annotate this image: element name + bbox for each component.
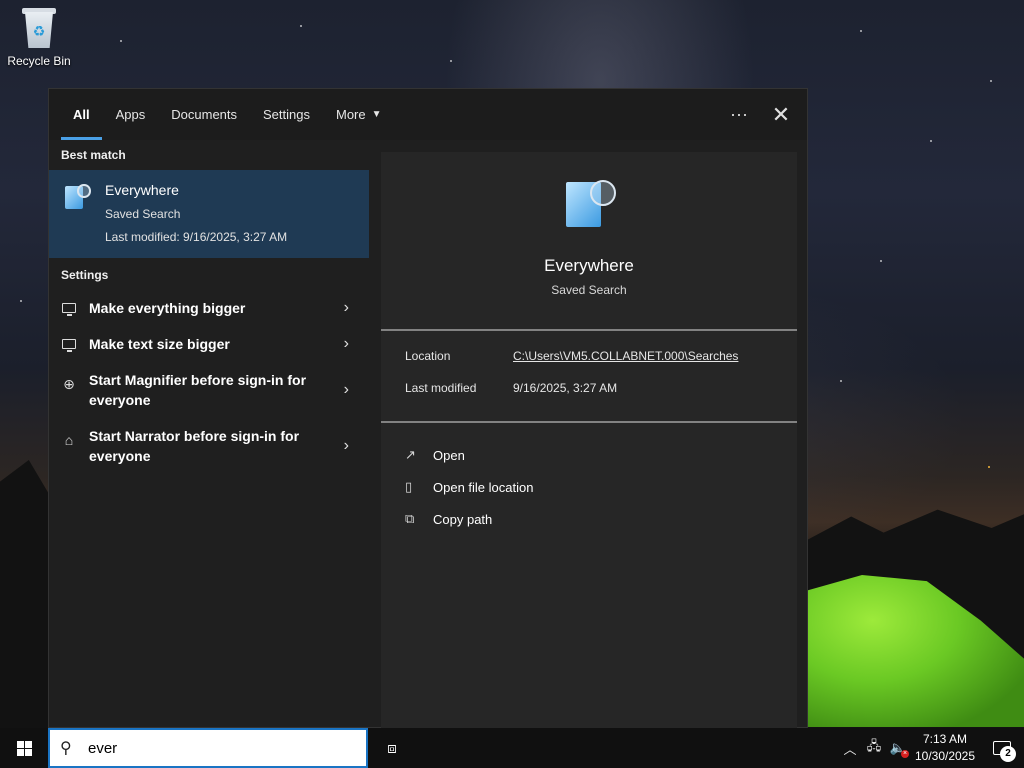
star [840, 380, 842, 382]
modified-row: Last modified 9/16/2025, 3:27 AM [405, 381, 773, 413]
best-match-heading: Best match [61, 148, 126, 162]
setting-make-everything-bigger[interactable]: Make everything bigger › [49, 290, 369, 326]
location-link[interactable]: C:\Users\VM5.COLLABNET.000\Searches [513, 349, 738, 363]
recycle-bin-shortcut[interactable]: ♻ Recycle Bin [4, 6, 74, 68]
location-label: Location [405, 349, 451, 363]
setting-make-text-size-bigger[interactable]: Make text size bigger › [49, 326, 369, 362]
clock[interactable]: 7:13 AM 10/30/2025 [910, 731, 980, 765]
taskbar: ⚲ ⧈ ︿ 🖧 🔈× 7:13 AM 10/30/2025 2 [0, 728, 1024, 768]
tab-settings-label: Settings [263, 107, 310, 122]
tab-documents-label: Documents [171, 107, 238, 122]
narrator-icon: ⌂ [64, 432, 74, 448]
star [450, 60, 452, 62]
setting-start-narrator[interactable]: ⌂ Start Narrator before sign-in for ever… [49, 418, 369, 474]
divider [381, 329, 797, 331]
magnifier-icon: ⊕ [63, 376, 75, 392]
taskbar-search-box[interactable]: ⚲ [48, 728, 368, 768]
preview-details: Location C:\Users\VM5.COLLABNET.000\Sear… [381, 331, 797, 421]
open-file-location-action[interactable]: ▯ Open file location [405, 471, 773, 503]
chevron-right-icon: › [343, 299, 349, 316]
settings-heading: Settings [61, 268, 109, 282]
star [990, 80, 992, 82]
clock-date: 10/30/2025 [914, 749, 976, 763]
file-location-icon: ▯ [405, 479, 413, 494]
recycle-bin-icon: ♻ [19, 6, 59, 50]
tab-apps-label: Apps [115, 107, 146, 122]
search-panel: All Apps Documents Settings More ▼ ··· ✕ … [48, 88, 808, 729]
speaker-muted-icon[interactable]: 🔈 × [886, 740, 910, 758]
monitor-icon [61, 336, 77, 352]
preview-type: Saved Search [551, 283, 627, 297]
notification-center-button[interactable]: 2 [980, 728, 1024, 768]
saved-search-icon [65, 184, 91, 210]
tab-all[interactable]: All [60, 89, 103, 140]
system-tray: ︿ 🖧 🔈 × 7:13 AM 10/30/2025 2 [838, 728, 1024, 768]
search-icon: ⚲ [60, 740, 72, 757]
setting-label: Make text size bigger [89, 336, 230, 352]
preview-title: Everywhere [544, 256, 634, 275]
task-view-icon[interactable]: ⧈ [376, 728, 408, 768]
chevron-right-icon: › [343, 381, 349, 398]
setting-label: Start Narrator before sign-in for everyo… [89, 428, 300, 464]
chevron-right-icon: › [343, 437, 349, 454]
network-icon[interactable]: 🖧 [862, 737, 886, 759]
star [988, 466, 990, 468]
preview-pane: Everywhere Saved Search Location C:\User… [381, 152, 797, 729]
windows-logo-icon [16, 740, 32, 756]
setting-start-magnifier[interactable]: ⊕ Start Magnifier before sign-in for eve… [49, 362, 369, 418]
best-match-modified: Last modified: 9/16/2025, 3:27 AM [105, 230, 288, 244]
star [120, 40, 122, 42]
star [880, 260, 882, 262]
modified-value: 9/16/2025, 3:27 AM [513, 381, 618, 395]
search-input[interactable] [88, 739, 328, 757]
copy-path-action[interactable]: ⧉ Copy path [405, 503, 773, 535]
setting-label: Make everything bigger [89, 300, 246, 316]
preview-header: Everywhere Saved Search [381, 152, 797, 329]
tab-more-label: More [336, 107, 366, 122]
search-tabs-bar: All Apps Documents Settings More ▼ ··· ✕ [49, 89, 807, 140]
copy-path-label: Copy path [433, 511, 493, 527]
star [930, 140, 932, 142]
results-list: Best match Everywhere Saved Search Last … [49, 140, 369, 727]
open-icon: ↗ [405, 447, 416, 462]
star [860, 30, 862, 32]
best-match-type: Saved Search [105, 207, 181, 221]
star [20, 300, 22, 302]
open-action[interactable]: ↗ Open [405, 439, 773, 471]
modified-label: Last modified [405, 381, 477, 395]
tab-apps[interactable]: Apps [103, 89, 159, 140]
best-match-title: Everywhere [105, 182, 179, 198]
notification-count-badge: 2 [1000, 746, 1016, 762]
show-hidden-icons-icon[interactable]: ︿ [838, 739, 862, 758]
preview-actions: ↗ Open ▯ Open file location ⧉ Copy path [381, 423, 797, 551]
open-file-location-label: Open file location [433, 479, 534, 495]
monitor-icon [61, 300, 77, 316]
close-icon[interactable]: ✕ [771, 102, 791, 128]
open-label: Open [433, 447, 465, 463]
best-match-item[interactable]: Everywhere Saved Search Last modified: 9… [49, 170, 369, 258]
tab-all-label: All [73, 107, 90, 122]
saved-search-icon [566, 180, 616, 230]
star [300, 25, 302, 27]
divider [381, 421, 797, 423]
tab-settings[interactable]: Settings [250, 89, 323, 140]
more-options-icon[interactable]: ··· [729, 104, 749, 125]
mountain-silhouette [0, 460, 48, 730]
tab-more[interactable]: More ▼ [323, 89, 395, 140]
tab-documents[interactable]: Documents [158, 89, 250, 140]
location-row: Location C:\Users\VM5.COLLABNET.000\Sear… [405, 349, 773, 381]
start-button[interactable] [0, 728, 48, 768]
clock-time: 7:13 AM [922, 732, 968, 746]
recycle-bin-label: Recycle Bin [7, 54, 71, 68]
chevron-down-icon: ▼ [371, 109, 382, 120]
chevron-right-icon: › [343, 335, 349, 352]
copy-icon: ⧉ [405, 511, 415, 526]
setting-label: Start Magnifier before sign-in for every… [89, 372, 307, 408]
